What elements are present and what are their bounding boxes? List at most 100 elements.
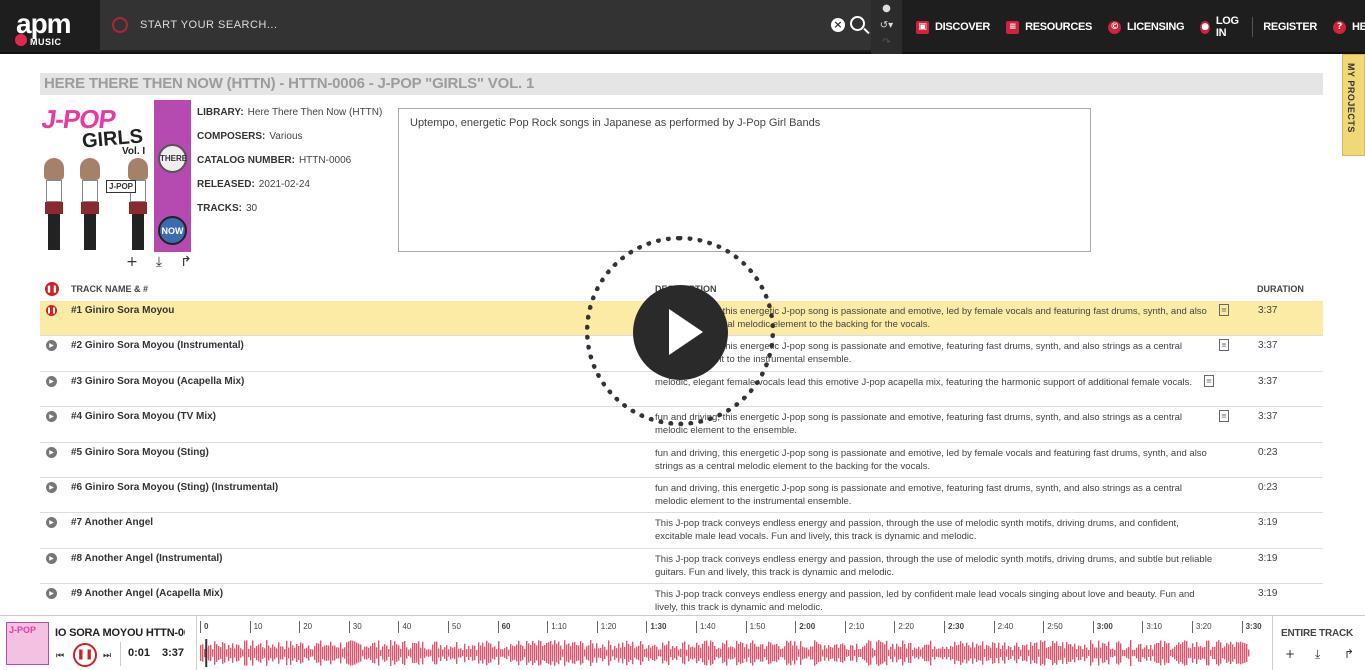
share-icon[interactable]: ↱ bbox=[180, 254, 192, 270]
col-duration[interactable]: DURATION bbox=[1257, 284, 1304, 294]
add-icon[interactable]: + bbox=[1285, 647, 1295, 661]
search-icon[interactable] bbox=[850, 16, 865, 31]
download-icon[interactable]: ⤓ bbox=[1315, 647, 1320, 662]
waveform-bar bbox=[1092, 643, 1094, 663]
player-thumbnail[interactable]: J-POP bbox=[6, 622, 49, 665]
nav-licensing[interactable]: © LICENSING bbox=[1108, 20, 1185, 34]
waveform-bar bbox=[890, 646, 892, 660]
waveform-bar bbox=[272, 644, 274, 662]
play-icon[interactable]: ▶ bbox=[46, 446, 57, 458]
waveform-bar bbox=[520, 644, 522, 662]
track-name[interactable]: #2 Giniro Sora Moyou (Instrumental) bbox=[71, 340, 244, 351]
waveform-bar bbox=[1004, 642, 1006, 664]
waveform-bar bbox=[804, 647, 806, 659]
waveform-bar bbox=[876, 641, 878, 665]
close-icon[interactable]: ● bbox=[871, 0, 902, 17]
waveform-bar bbox=[1246, 644, 1248, 662]
lyrics-doc-icon[interactable]: ≡ bbox=[1219, 410, 1229, 423]
waveform-bar bbox=[874, 649, 876, 657]
entire-track-label[interactable]: ENTIRE TRACK bbox=[1281, 628, 1353, 639]
waveform-bar bbox=[794, 641, 796, 665]
waveform-bar bbox=[618, 643, 620, 663]
track-name[interactable]: #8 Another Angel (Instrumental) bbox=[71, 553, 223, 564]
track-name[interactable]: #7 Another Angel bbox=[71, 517, 153, 528]
track-name[interactable]: #9 Another Angel (Acapella Mix) bbox=[71, 588, 223, 599]
waveform-bar bbox=[996, 647, 998, 659]
clear-search-icon[interactable]: × bbox=[831, 18, 845, 32]
play-icon[interactable]: ▶ bbox=[46, 481, 57, 493]
album-spine: THERE NOW bbox=[154, 100, 191, 252]
waveform-bar bbox=[872, 648, 874, 658]
waveform-bar bbox=[478, 642, 480, 664]
time-tick: 1:40 bbox=[696, 621, 716, 633]
history-icon[interactable]: ↺▾ bbox=[871, 17, 902, 34]
waveform-bar bbox=[1160, 640, 1162, 666]
waveform-bar bbox=[306, 647, 308, 659]
waveform-bar bbox=[428, 649, 430, 657]
nav-login[interactable]: ● LOG IN bbox=[1200, 15, 1242, 39]
download-icon[interactable]: ⤓ bbox=[153, 254, 165, 270]
track-row[interactable]: ▶ #8 Another Angel (Instrumental) This J-p… bbox=[40, 549, 1323, 585]
track-row[interactable]: ▶ #7 Another Angel This J-pop track convey… bbox=[40, 513, 1323, 549]
waveform-bar bbox=[558, 641, 560, 665]
nav-resources[interactable]: ≡ RESOURCES bbox=[1006, 20, 1092, 34]
play-icon[interactable]: ▶ bbox=[46, 375, 57, 387]
lyrics-doc-icon[interactable]: ≡ bbox=[1219, 304, 1229, 316]
track-name[interactable]: #6 Giniro Sora Moyou (Sting) (Instrument… bbox=[71, 482, 278, 493]
waveform-bar bbox=[346, 642, 348, 664]
pause-all-icon[interactable]: ❚❚ bbox=[45, 282, 59, 296]
nav-login-label: LOG IN bbox=[1215, 15, 1239, 39]
player-pause-button[interactable]: ❚❚ bbox=[73, 643, 97, 667]
waveform-bar bbox=[242, 649, 244, 657]
waveform-bar bbox=[406, 647, 408, 659]
my-projects-tab[interactable]: MY PROJECTS bbox=[1342, 54, 1365, 156]
add-to-project-icon[interactable]: + bbox=[126, 254, 138, 270]
redo-icon[interactable]: ↷ bbox=[871, 34, 902, 51]
discover-icon: ▣ bbox=[916, 20, 929, 34]
meta-tracks-value: 30 bbox=[246, 203, 258, 214]
track-name[interactable]: #3 Giniro Sora Moyou (Acapella Mix) bbox=[71, 376, 244, 387]
nav-discover-label: DISCOVER bbox=[935, 21, 991, 33]
share-icon[interactable]: ↱ bbox=[1344, 647, 1354, 661]
waveform-bar bbox=[1060, 646, 1062, 660]
previous-icon[interactable]: ⏮ bbox=[56, 651, 64, 661]
waveform-bar bbox=[674, 647, 676, 659]
track-name[interactable]: #1 Giniro Sora Moyou bbox=[71, 305, 174, 316]
waveform-bar bbox=[494, 646, 496, 660]
track-name[interactable]: #4 Giniro Sora Moyou (TV Mix) bbox=[71, 411, 216, 422]
lyrics-doc-icon[interactable]: ≡ bbox=[1204, 374, 1214, 387]
waveform-bar bbox=[782, 648, 784, 658]
time-tick: 0 bbox=[200, 621, 208, 633]
waveform-bar bbox=[332, 645, 334, 661]
nav-discover[interactable]: ▣ DISCOVER bbox=[916, 20, 991, 34]
waveform-bar bbox=[404, 641, 406, 665]
waveform-bar bbox=[1134, 649, 1136, 657]
big-play-button[interactable] bbox=[633, 285, 728, 380]
nav-register[interactable]: REGISTER bbox=[1263, 21, 1317, 33]
total-time: 3:37 bbox=[162, 647, 185, 659]
search-input[interactable] bbox=[140, 15, 740, 35]
play-icon[interactable]: ▶ bbox=[46, 517, 57, 529]
time-tick: 1:50 bbox=[745, 621, 765, 633]
next-icon[interactable]: ⏭ bbox=[103, 651, 111, 661]
waveform-bar bbox=[248, 648, 250, 658]
play-icon[interactable]: ▶ bbox=[46, 588, 57, 600]
play-icon[interactable]: ▶ bbox=[46, 340, 57, 352]
search-mode-icon[interactable] bbox=[112, 17, 128, 33]
play-icon[interactable]: ▶ bbox=[46, 411, 57, 423]
track-row[interactable]: ▶ #6 Giniro Sora Moyou (Sting) (Instrumen… bbox=[40, 478, 1323, 514]
waveform-bar bbox=[1078, 645, 1080, 661]
track-name[interactable]: #5 Giniro Sora Moyou (Sting) bbox=[71, 447, 209, 458]
apm-music-logo[interactable]: apm MUSIC bbox=[15, 8, 86, 47]
waveform-bar bbox=[310, 649, 312, 657]
waveform-scrubber[interactable]: 0 10 20 30 40 50 60 1:10 1:20 1:30 1:40 1:50 2:00 2:1… bbox=[200, 621, 1270, 667]
col-track-name[interactable]: TRACK NAME & # bbox=[71, 284, 148, 294]
lyrics-doc-icon[interactable]: ≡ bbox=[1219, 339, 1229, 352]
play-icon[interactable]: ▶ bbox=[46, 552, 57, 564]
playhead[interactable] bbox=[205, 639, 208, 667]
waveform-bar bbox=[396, 644, 398, 662]
track-row[interactable]: ▶ #5 Giniro Sora Moyou (Sting) fun and dri… bbox=[40, 443, 1323, 478]
waveform-bar bbox=[1178, 642, 1180, 664]
pause-icon[interactable]: ❚❚ bbox=[46, 305, 57, 316]
nav-help[interactable]: ? HELP bbox=[1333, 20, 1365, 34]
